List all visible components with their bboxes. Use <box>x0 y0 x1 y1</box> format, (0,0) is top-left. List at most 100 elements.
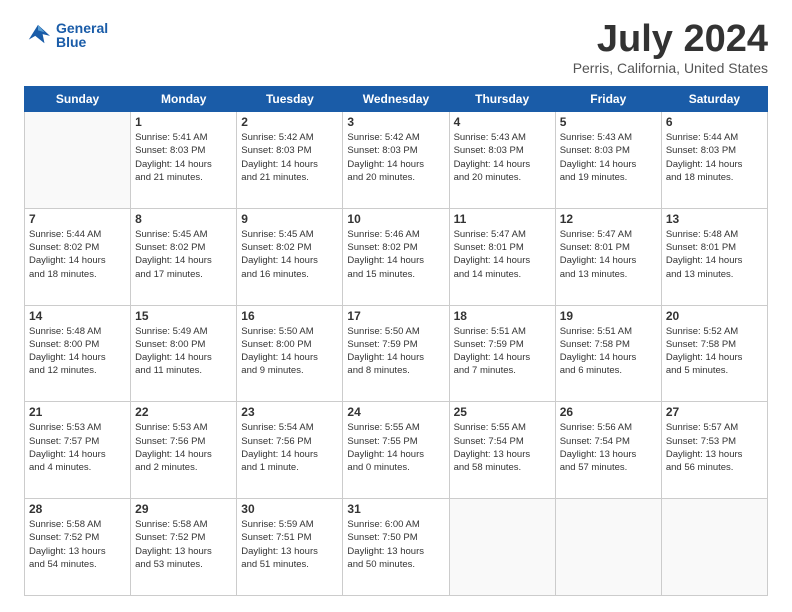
calendar-cell: 29Sunrise: 5:58 AM Sunset: 7:52 PM Dayli… <box>131 499 237 596</box>
day-number: 24 <box>347 405 444 419</box>
calendar-cell: 10 Sunrise: 5:46 AM Sunset: 8:02 PM Dayli… <box>343 208 449 305</box>
day-info: Sunrise: 5:47 AM Sunset: 8:01 PM Dayligh… <box>560 228 657 281</box>
day-number: 3 <box>347 115 444 129</box>
page-title: July 2024 <box>573 20 768 58</box>
logo-text: General Blue <box>56 20 108 50</box>
day-number: 1 <box>135 115 232 129</box>
calendar-cell: 11 Sunrise: 5:47 AM Sunset: 8:01 PM Dayli… <box>449 208 555 305</box>
day-number: 21 <box>29 405 126 419</box>
day-number: 11 <box>454 212 551 226</box>
calendar-cell: 28Sunrise: 5:58 AM Sunset: 7:52 PM Dayli… <box>25 499 131 596</box>
calendar-cell: 27 Sunrise: 5:57 AM Sunset: 7:53 PM Dayli… <box>661 402 767 499</box>
day-number: 14 <box>29 309 126 323</box>
day-info: Sunrise: 5:45 AM Sunset: 8:02 PM Dayligh… <box>241 228 338 281</box>
day-info: Sunrise: 5:46 AM Sunset: 8:02 PM Dayligh… <box>347 228 444 281</box>
day-number: 5 <box>560 115 657 129</box>
calendar-cell: 26Sunrise: 5:56 AM Sunset: 7:54 PM Dayli… <box>555 402 661 499</box>
calendar-cell: 30 Sunrise: 5:59 AM Sunset: 7:51 PM Dayli… <box>237 499 343 596</box>
calendar-cell: 3 Sunrise: 5:42 AM Sunset: 8:03 PM Daylig… <box>343 112 449 209</box>
day-info: Sunrise: 5:50 AM Sunset: 7:59 PM Dayligh… <box>347 325 444 378</box>
day-number: 17 <box>347 309 444 323</box>
day-info: Sunrise: 5:44 AM Sunset: 8:02 PM Dayligh… <box>29 228 126 281</box>
calendar-cell: 24Sunrise: 5:55 AM Sunset: 7:55 PM Dayli… <box>343 402 449 499</box>
calendar-cell: 25Sunrise: 5:55 AM Sunset: 7:54 PM Dayli… <box>449 402 555 499</box>
calendar-cell: 2Sunrise: 5:42 AM Sunset: 8:03 PM Daylig… <box>237 112 343 209</box>
day-number: 16 <box>241 309 338 323</box>
calendar-cell: 16 Sunrise: 5:50 AM Sunset: 8:00 PM Dayli… <box>237 305 343 402</box>
title-block: July 2024 Perris, California, United Sta… <box>573 20 768 76</box>
calendar-cell <box>25 112 131 209</box>
day-number: 8 <box>135 212 232 226</box>
day-info: Sunrise: 5:53 AM Sunset: 7:57 PM Dayligh… <box>29 421 126 474</box>
calendar-header-saturday: Saturday <box>661 87 767 112</box>
calendar-cell: 9 Sunrise: 5:45 AM Sunset: 8:02 PM Daylig… <box>237 208 343 305</box>
calendar-week-row: 7 Sunrise: 5:44 AM Sunset: 8:02 PM Daylig… <box>25 208 768 305</box>
calendar-week-row: 21 Sunrise: 5:53 AM Sunset: 7:57 PM Dayli… <box>25 402 768 499</box>
calendar-cell: 17 Sunrise: 5:50 AM Sunset: 7:59 PM Dayli… <box>343 305 449 402</box>
day-info: Sunrise: 5:51 AM Sunset: 7:59 PM Dayligh… <box>454 325 551 378</box>
page-subtitle: Perris, California, United States <box>573 60 768 76</box>
day-info: Sunrise: 5:48 AM Sunset: 8:00 PM Dayligh… <box>29 325 126 378</box>
day-info: Sunrise: 5:50 AM Sunset: 8:00 PM Dayligh… <box>241 325 338 378</box>
calendar-cell: 20Sunrise: 5:52 AM Sunset: 7:58 PM Dayli… <box>661 305 767 402</box>
calendar-cell: 15 Sunrise: 5:49 AM Sunset: 8:00 PM Dayli… <box>131 305 237 402</box>
day-number: 9 <box>241 212 338 226</box>
calendar-header-monday: Monday <box>131 87 237 112</box>
day-number: 15 <box>135 309 232 323</box>
header: General Blue July 2024 Perris, Californi… <box>24 20 768 76</box>
day-info: Sunrise: 5:58 AM Sunset: 7:52 PM Dayligh… <box>135 518 232 571</box>
day-number: 22 <box>135 405 232 419</box>
calendar-cell: 5 Sunrise: 5:43 AM Sunset: 8:03 PM Daylig… <box>555 112 661 209</box>
calendar-cell <box>449 499 555 596</box>
calendar-week-row: 1 Sunrise: 5:41 AM Sunset: 8:03 PM Daylig… <box>25 112 768 209</box>
day-info: Sunrise: 5:53 AM Sunset: 7:56 PM Dayligh… <box>135 421 232 474</box>
day-info: Sunrise: 5:54 AM Sunset: 7:56 PM Dayligh… <box>241 421 338 474</box>
day-info: Sunrise: 5:43 AM Sunset: 8:03 PM Dayligh… <box>454 131 551 184</box>
day-info: Sunrise: 5:49 AM Sunset: 8:00 PM Dayligh… <box>135 325 232 378</box>
day-info: Sunrise: 6:00 AM Sunset: 7:50 PM Dayligh… <box>347 518 444 571</box>
calendar-cell: 21 Sunrise: 5:53 AM Sunset: 7:57 PM Dayli… <box>25 402 131 499</box>
calendar-header-tuesday: Tuesday <box>237 87 343 112</box>
day-info: Sunrise: 5:42 AM Sunset: 8:03 PM Dayligh… <box>347 131 444 184</box>
logo-bird-icon <box>24 23 52 47</box>
day-info: Sunrise: 5:52 AM Sunset: 7:58 PM Dayligh… <box>666 325 763 378</box>
day-number: 4 <box>454 115 551 129</box>
day-number: 10 <box>347 212 444 226</box>
calendar-header-wednesday: Wednesday <box>343 87 449 112</box>
calendar-cell: 8 Sunrise: 5:45 AM Sunset: 8:02 PM Daylig… <box>131 208 237 305</box>
day-info: Sunrise: 5:59 AM Sunset: 7:51 PM Dayligh… <box>241 518 338 571</box>
day-info: Sunrise: 5:45 AM Sunset: 8:02 PM Dayligh… <box>135 228 232 281</box>
logo: General Blue <box>24 20 108 50</box>
day-info: Sunrise: 5:41 AM Sunset: 8:03 PM Dayligh… <box>135 131 232 184</box>
day-info: Sunrise: 5:55 AM Sunset: 7:54 PM Dayligh… <box>454 421 551 474</box>
day-info: Sunrise: 5:44 AM Sunset: 8:03 PM Dayligh… <box>666 131 763 184</box>
calendar-cell: 1 Sunrise: 5:41 AM Sunset: 8:03 PM Daylig… <box>131 112 237 209</box>
day-number: 7 <box>29 212 126 226</box>
calendar-header-sunday: Sunday <box>25 87 131 112</box>
day-number: 28 <box>29 502 126 516</box>
day-number: 13 <box>666 212 763 226</box>
calendar-cell: 6 Sunrise: 5:44 AM Sunset: 8:03 PM Daylig… <box>661 112 767 209</box>
day-info: Sunrise: 5:57 AM Sunset: 7:53 PM Dayligh… <box>666 421 763 474</box>
day-number: 26 <box>560 405 657 419</box>
calendar-table: SundayMondayTuesdayWednesdayThursdayFrid… <box>24 86 768 596</box>
calendar-cell: 19Sunrise: 5:51 AM Sunset: 7:58 PM Dayli… <box>555 305 661 402</box>
calendar-cell <box>555 499 661 596</box>
calendar-cell: 12Sunrise: 5:47 AM Sunset: 8:01 PM Dayli… <box>555 208 661 305</box>
day-number: 30 <box>241 502 338 516</box>
day-info: Sunrise: 5:43 AM Sunset: 8:03 PM Dayligh… <box>560 131 657 184</box>
calendar-cell: 7 Sunrise: 5:44 AM Sunset: 8:02 PM Daylig… <box>25 208 131 305</box>
calendar-week-row: 14 Sunrise: 5:48 AM Sunset: 8:00 PM Dayli… <box>25 305 768 402</box>
day-info: Sunrise: 5:47 AM Sunset: 8:01 PM Dayligh… <box>454 228 551 281</box>
calendar-header-row: SundayMondayTuesdayWednesdayThursdayFrid… <box>25 87 768 112</box>
calendar-cell: 4 Sunrise: 5:43 AM Sunset: 8:03 PM Daylig… <box>449 112 555 209</box>
day-number: 23 <box>241 405 338 419</box>
calendar-cell <box>661 499 767 596</box>
page: General Blue July 2024 Perris, Californi… <box>0 0 792 612</box>
day-info: Sunrise: 5:48 AM Sunset: 8:01 PM Dayligh… <box>666 228 763 281</box>
calendar-cell: 31Sunrise: 6:00 AM Sunset: 7:50 PM Dayli… <box>343 499 449 596</box>
day-number: 6 <box>666 115 763 129</box>
day-info: Sunrise: 5:42 AM Sunset: 8:03 PM Dayligh… <box>241 131 338 184</box>
calendar-cell: 14 Sunrise: 5:48 AM Sunset: 8:00 PM Dayli… <box>25 305 131 402</box>
day-number: 27 <box>666 405 763 419</box>
